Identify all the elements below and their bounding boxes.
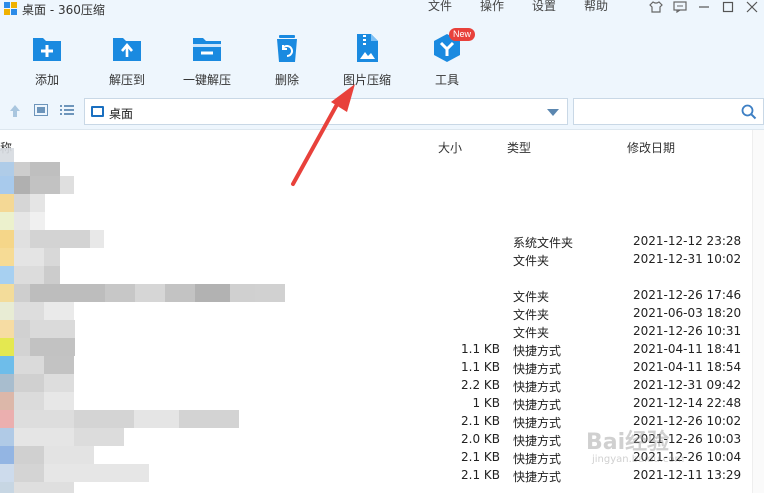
file-type: 快捷方式 — [513, 398, 562, 412]
watermark-url: jingyan.baidu.com — [592, 454, 685, 465]
desktop-icon — [91, 106, 104, 117]
file-date: 2021-12-12 23:28 — [633, 234, 742, 248]
file-type: 系统文件夹 — [513, 236, 574, 250]
thumbnail-view-icon[interactable] — [34, 104, 48, 118]
add-label: 添加 — [34, 73, 59, 87]
path-text: 桌面 — [109, 107, 134, 121]
file-date: 2021-12-26 17:46 — [633, 288, 742, 302]
tools-label: 工具 — [434, 73, 459, 87]
file-row[interactable]: 文件夹 2021-12-26 17:46 — [0, 286, 752, 304]
file-date: 2021-12-31 10:02 — [633, 252, 742, 266]
file-size: 1.1 KB — [461, 360, 500, 374]
add-folder-icon — [31, 32, 63, 64]
file-size: 2.1 KB — [461, 414, 500, 428]
file-date: 2021-12-26 10:31 — [633, 324, 742, 338]
image-compress-button[interactable]: 图片压缩 — [327, 26, 407, 88]
one-click-extract-label: 一键解压 — [182, 73, 231, 87]
up-arrow-icon[interactable] — [8, 104, 22, 118]
search-input[interactable] — [573, 98, 764, 125]
file-type: 文件夹 — [513, 290, 550, 304]
file-date: 2021-12-14 22:48 — [633, 396, 742, 410]
file-size: 2.1 KB — [461, 468, 500, 482]
skin-icon[interactable] — [648, 0, 664, 14]
extract-to-label: 解压到 — [108, 73, 145, 87]
title-bar: 桌面 - 360压缩 — [4, 0, 105, 18]
path-combobox[interactable]: 桌面 — [84, 98, 568, 125]
column-modified[interactable]: 修改日期 — [627, 139, 675, 156]
file-date: 2021-12-31 09:42 — [633, 378, 742, 392]
file-type: 快捷方式 — [513, 380, 562, 394]
file-size: 2.1 KB — [461, 450, 500, 464]
image-compress-icon — [351, 32, 383, 64]
file-row[interactable]: 1.1 KB 快捷方式 2021-04-11 18:41 — [0, 340, 752, 358]
file-type: 文件夹 — [513, 326, 550, 340]
menu-operate[interactable]: 操作 — [480, 0, 504, 14]
file-row[interactable]: 2.2 KB 快捷方式 2021-12-31 09:42 — [0, 376, 752, 394]
image-compress-label: 图片压缩 — [342, 73, 391, 87]
file-type: 快捷方式 — [513, 416, 562, 430]
menu-settings[interactable]: 设置 — [532, 0, 556, 14]
file-row[interactable]: 文件夹 2021-12-26 10:31 — [0, 322, 752, 340]
file-type: 文件夹 — [513, 254, 550, 268]
chevron-down-icon[interactable] — [547, 109, 559, 116]
file-row[interactable]: 2.1 KB 快捷方式 2021-12-11 13:29 — [0, 466, 752, 484]
file-row[interactable]: 1 KB 快捷方式 2021-12-14 22:48 — [0, 394, 752, 412]
file-size: 2.0 KB — [461, 432, 500, 446]
file-type: 快捷方式 — [513, 344, 562, 358]
one-click-extract-button[interactable]: 一键解压 — [167, 26, 247, 88]
menu-file[interactable]: 文件 — [428, 0, 452, 14]
file-type: 快捷方式 — [513, 434, 562, 448]
extract-folder-icon — [111, 32, 143, 64]
file-date: 2021-04-11 18:41 — [633, 342, 742, 356]
window-header: 桌面 - 360压缩 文件 操作 设置 帮助 添加 解压到 一键解压 删除 图片… — [0, 0, 764, 92]
add-button[interactable]: 添加 — [7, 26, 87, 88]
maximize-icon[interactable] — [720, 0, 736, 14]
file-type: 文件夹 — [513, 308, 550, 322]
file-row[interactable]: 系统文件夹 2021-12-12 23:28 — [0, 232, 752, 250]
address-bar-row: 桌面 — [0, 92, 764, 130]
tools-hexagon-icon: New — [431, 28, 476, 64]
vertical-scrollbar[interactable] — [752, 130, 764, 493]
file-type: 快捷方式 — [513, 470, 562, 484]
file-size: 1 KB — [472, 396, 500, 410]
delete-label: 删除 — [274, 73, 299, 87]
list-view-icon[interactable] — [60, 104, 74, 118]
column-type[interactable]: 类型 — [507, 139, 531, 156]
recycle-bin-icon — [271, 32, 303, 64]
feedback-icon[interactable] — [672, 0, 688, 14]
new-badge: New — [449, 28, 476, 41]
file-date: 2021-06-03 18:20 — [633, 306, 742, 320]
file-row[interactable]: 1.1 KB 快捷方式 2021-04-11 18:54 — [0, 358, 752, 376]
file-size: 2.2 KB — [461, 378, 500, 392]
column-size[interactable]: 大小 — [438, 139, 462, 156]
file-row[interactable]: 文件夹 2021-12-31 10:02 — [0, 250, 752, 268]
delete-button[interactable]: 删除 — [247, 26, 327, 88]
close-icon[interactable] — [744, 0, 760, 14]
extract-to-button[interactable]: 解压到 — [87, 26, 167, 88]
one-click-extract-icon — [191, 32, 223, 64]
tools-button[interactable]: New 工具 — [407, 26, 487, 88]
app-logo-icon — [4, 2, 18, 16]
window-title: 桌面 - 360压缩 — [22, 2, 105, 17]
menu-help[interactable]: 帮助 — [584, 0, 608, 14]
search-icon[interactable] — [741, 104, 757, 120]
window-controls — [648, 0, 760, 14]
file-date: 2021-12-11 13:29 — [633, 468, 742, 482]
file-type: 快捷方式 — [513, 362, 562, 376]
minimize-icon[interactable] — [696, 0, 712, 14]
watermark-logo: Bai经验 — [586, 430, 670, 455]
menu-bar: 文件 操作 设置 帮助 — [428, 0, 636, 14]
file-size: 1.1 KB — [461, 342, 500, 356]
file-row[interactable]: 文件夹 2021-06-03 18:20 — [0, 304, 752, 322]
file-date: 2021-04-11 18:54 — [633, 360, 742, 374]
file-type: 快捷方式 — [513, 452, 562, 466]
